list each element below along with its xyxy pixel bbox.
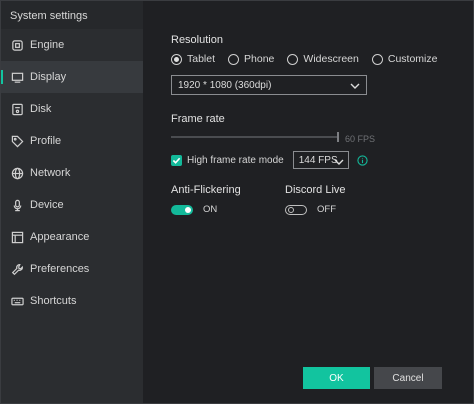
slider-track <box>171 136 339 138</box>
appearance-icon <box>10 230 24 244</box>
frame-rate-slider[interactable] <box>171 132 339 142</box>
slider-thumb[interactable] <box>337 132 339 142</box>
sidebar-item-label: Profile <box>30 135 62 147</box>
sidebar-item-shortcuts[interactable]: Shortcuts <box>1 285 143 317</box>
sidebar-item-device[interactable]: Device <box>1 189 143 221</box>
fps-select[interactable]: 144 FPS <box>292 151 349 169</box>
radio-customize[interactable]: Customize <box>371 53 438 65</box>
sidebar-item-label: Network <box>30 167 71 179</box>
keyboard-icon <box>10 294 24 308</box>
radio-dot <box>287 53 299 65</box>
info-icon[interactable] <box>357 154 368 166</box>
wrench-icon <box>10 262 24 276</box>
sidebar-item-label: Shortcuts <box>30 295 77 307</box>
discord-live-title: Discord Live <box>285 184 346 196</box>
frame-rate-value: 60 FPS <box>345 134 376 144</box>
anti-flickering-title: Anti-Flickering <box>171 184 241 196</box>
sidebar-item-label: Display <box>30 71 67 83</box>
sidebar-item-label: Engine <box>30 39 65 51</box>
disk-icon <box>10 102 24 116</box>
sidebar-item-label: Preferences <box>30 263 90 275</box>
radio-label: Phone <box>244 53 275 65</box>
radio-dot <box>171 53 182 65</box>
resolution-value: 1920 * 1080 (360dpi) <box>178 79 272 91</box>
anti-flickering-state: ON <box>203 204 218 215</box>
display-panel: Resolution Tablet Phone Widescreen Custo… <box>143 1 473 403</box>
window-title: System settings <box>10 10 88 22</box>
sidebar-item-label: Disk <box>30 103 52 115</box>
discord-live-state: OFF <box>317 204 336 215</box>
resolution-select[interactable]: 1920 * 1080 (360dpi) <box>171 75 367 95</box>
resolution-title: Resolution <box>171 34 223 46</box>
discord-live-group: Discord Live OFF <box>285 184 346 215</box>
high-frame-rate-checkbox[interactable] <box>171 154 182 166</box>
sidebar-item-profile[interactable]: Profile <box>1 125 143 157</box>
radio-widescreen[interactable]: Widescreen <box>287 53 359 65</box>
sidebar-item-label: Appearance <box>30 231 90 243</box>
discord-live-toggle[interactable] <box>285 204 307 215</box>
engine-icon <box>10 38 24 52</box>
radio-dot <box>228 53 240 65</box>
radio-tablet[interactable]: Tablet <box>171 53 215 65</box>
high-frame-rate-label: High frame rate mode <box>187 154 284 166</box>
frame-rate-title: Frame rate <box>171 113 225 125</box>
resolution-options: Tablet Phone Widescreen Customize <box>171 53 437 65</box>
settings-window: System settings Engine Display Disk Prof… <box>0 0 474 404</box>
chevron-down-icon <box>350 81 360 89</box>
radio-phone[interactable]: Phone <box>228 53 274 65</box>
ok-button[interactable]: OK <box>303 367 370 389</box>
cancel-button[interactable]: Cancel <box>374 367 442 389</box>
radio-label: Customize <box>387 53 438 65</box>
microphone-icon <box>10 198 24 212</box>
check-icon <box>172 157 181 164</box>
sidebar-item-engine[interactable]: Engine <box>1 29 143 61</box>
radio-label: Tablet <box>187 53 216 65</box>
anti-flickering-toggle[interactable] <box>171 204 193 215</box>
sidebar-item-network[interactable]: Network <box>1 157 143 189</box>
anti-flickering-group: Anti-Flickering ON <box>171 184 241 215</box>
sidebar-item-label: Device <box>30 199 64 211</box>
sidebar-item-appearance[interactable]: Appearance <box>1 221 143 253</box>
sidebar: Engine Display Disk Profile Network Devi… <box>1 29 143 403</box>
chevron-down-icon <box>334 157 344 165</box>
sidebar-item-preferences[interactable]: Preferences <box>1 253 143 285</box>
sidebar-item-display[interactable]: Display <box>1 61 143 93</box>
sidebar-item-disk[interactable]: Disk <box>1 93 143 125</box>
tag-icon <box>10 134 24 148</box>
toggle-knob <box>288 206 294 213</box>
high-frame-rate-row: High frame rate mode 144 FPS <box>171 151 368 169</box>
toggle-knob <box>185 206 191 213</box>
monitor-icon <box>10 70 24 84</box>
globe-icon <box>10 166 24 180</box>
fps-value: 144 FPS <box>298 154 338 166</box>
radio-dot <box>371 53 383 65</box>
radio-label: Widescreen <box>303 53 359 65</box>
